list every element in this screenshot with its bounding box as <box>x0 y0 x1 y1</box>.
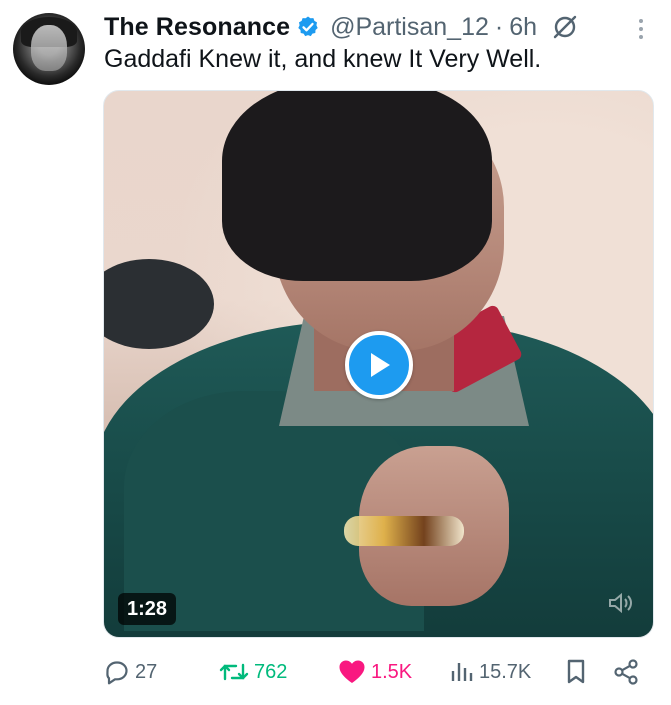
reply-button[interactable]: 27 <box>104 655 157 689</box>
video-ring <box>344 516 464 546</box>
avatar[interactable] <box>13 13 85 85</box>
bookmark-button[interactable] <box>564 655 588 689</box>
share-button[interactable] <box>612 655 640 689</box>
heart-icon <box>339 660 365 683</box>
retweet-button[interactable]: 762 <box>219 655 287 689</box>
views-icon <box>451 663 473 681</box>
action-bar: 27 762 1.5K 15.7K <box>104 655 644 689</box>
play-button[interactable] <box>345 331 413 399</box>
avatar-face <box>31 25 67 71</box>
retweet-icon <box>219 663 249 681</box>
reply-icon <box>106 661 128 685</box>
handle[interactable]: @Partisan_12 <box>330 13 489 42</box>
timestamp[interactable]: 6h <box>509 13 537 42</box>
play-icon <box>371 353 390 377</box>
like-count: 1.5K <box>371 660 413 683</box>
separator-dot: · <box>494 12 504 41</box>
tweet-header: The Resonance @Partisan_12 · 6h <box>104 10 651 44</box>
grok-icon[interactable] <box>551 13 579 41</box>
share-icon <box>614 659 638 685</box>
retweet-count: 762 <box>254 660 288 683</box>
more-icon[interactable] <box>633 16 649 42</box>
mute-icon[interactable] <box>607 591 637 615</box>
reply-count: 27 <box>135 660 158 683</box>
views-button[interactable]: 15.7K <box>450 655 531 689</box>
video-player[interactable]: 1:28 <box>103 90 654 638</box>
like-button[interactable]: 1.5K <box>338 655 412 689</box>
tweet[interactable]: The Resonance @Partisan_12 · 6h Gaddafi … <box>0 0 671 705</box>
tweet-text: Gaddafi Knew it, and knew It Very Well. <box>104 45 542 73</box>
video-duration: 1:28 <box>118 593 177 625</box>
bookmark-icon <box>567 659 585 684</box>
display-name[interactable]: The Resonance <box>104 13 290 42</box>
verified-badge-icon[interactable] <box>296 15 320 39</box>
views-count: 15.7K <box>479 660 532 683</box>
video-hair <box>222 91 492 281</box>
